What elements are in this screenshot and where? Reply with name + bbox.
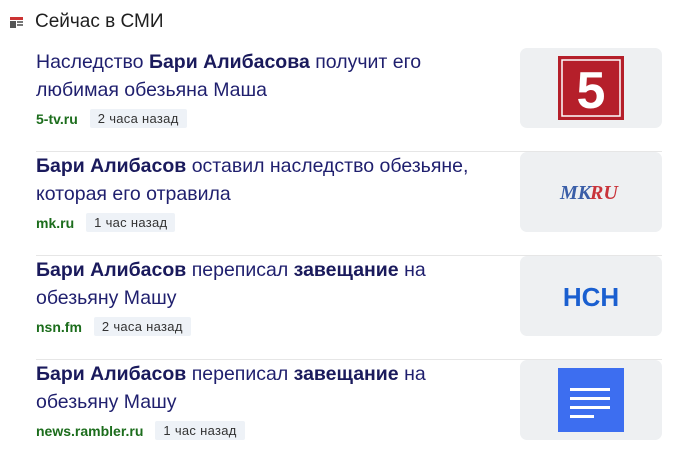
section-title[interactable]: Сейчас в СМИ [35,9,164,35]
source-link[interactable]: news.rambler.ru [36,423,143,439]
news-thumbnail[interactable]: МК RU [520,152,662,232]
news-icon [10,16,23,28]
document-icon [558,368,624,432]
source-link[interactable]: nsn.fm [36,319,82,335]
time-badge: 2 часа назад [89,109,187,128]
nsn-logo: НСН [563,282,619,311]
news-headline[interactable]: Бари Алибасов переписал завещание на обе… [36,360,501,416]
svg-text:5: 5 [577,62,606,120]
source-link[interactable]: mk.ru [36,215,74,231]
news-meta: 5-tv.ru 2 часа назад [36,109,187,128]
svg-text:МК: МК [559,182,593,204]
news-meta: mk.ru 1 час назад [36,213,176,232]
news-item: Бари Алибасов переписал завещание на обе… [36,256,662,360]
svg-text:RU: RU [589,182,619,204]
news-headline[interactable]: Бари Алибасов оставил наследство обезьян… [36,152,501,208]
news-meta: nsn.fm 2 часа назад [36,317,191,336]
headline-link[interactable]: Бари Алибасов оставил наследство обезьян… [36,155,468,205]
headline-link[interactable]: Бари Алибасов переписал завещание на обе… [36,363,426,413]
news-meta: news.rambler.ru 1 час назад [36,421,245,440]
mk-logo: МК RU [559,182,619,204]
news-thumbnail[interactable]: 5 [520,48,662,128]
news-headline[interactable]: Бари Алибасов переписал завещание на обе… [36,256,501,312]
headline-link[interactable]: Наследство Бари Алибасова получит его лю… [36,51,421,101]
headline-link[interactable]: Бари Алибасов переписал завещание на обе… [36,259,426,309]
time-badge: 1 час назад [86,213,176,232]
news-item: Бари Алибасов переписал завещание на обе… [36,360,662,450]
news-block-header: Сейчас в СМИ [10,9,164,35]
time-badge: 2 часа назад [93,317,191,336]
svg-text:НСН: НСН [563,282,619,311]
news-item: Бари Алибасов оставил наследство обезьян… [36,152,662,256]
source-link[interactable]: 5-tv.ru [36,111,78,127]
news-thumbnail[interactable]: НСН [520,256,662,336]
news-thumbnail[interactable] [520,360,662,440]
news-item: Наследство Бари Алибасова получит его лю… [36,48,662,152]
time-badge: 1 час назад [155,421,245,440]
news-headline[interactable]: Наследство Бари Алибасова получит его лю… [36,48,501,104]
channel-5-logo: 5 [558,56,624,120]
